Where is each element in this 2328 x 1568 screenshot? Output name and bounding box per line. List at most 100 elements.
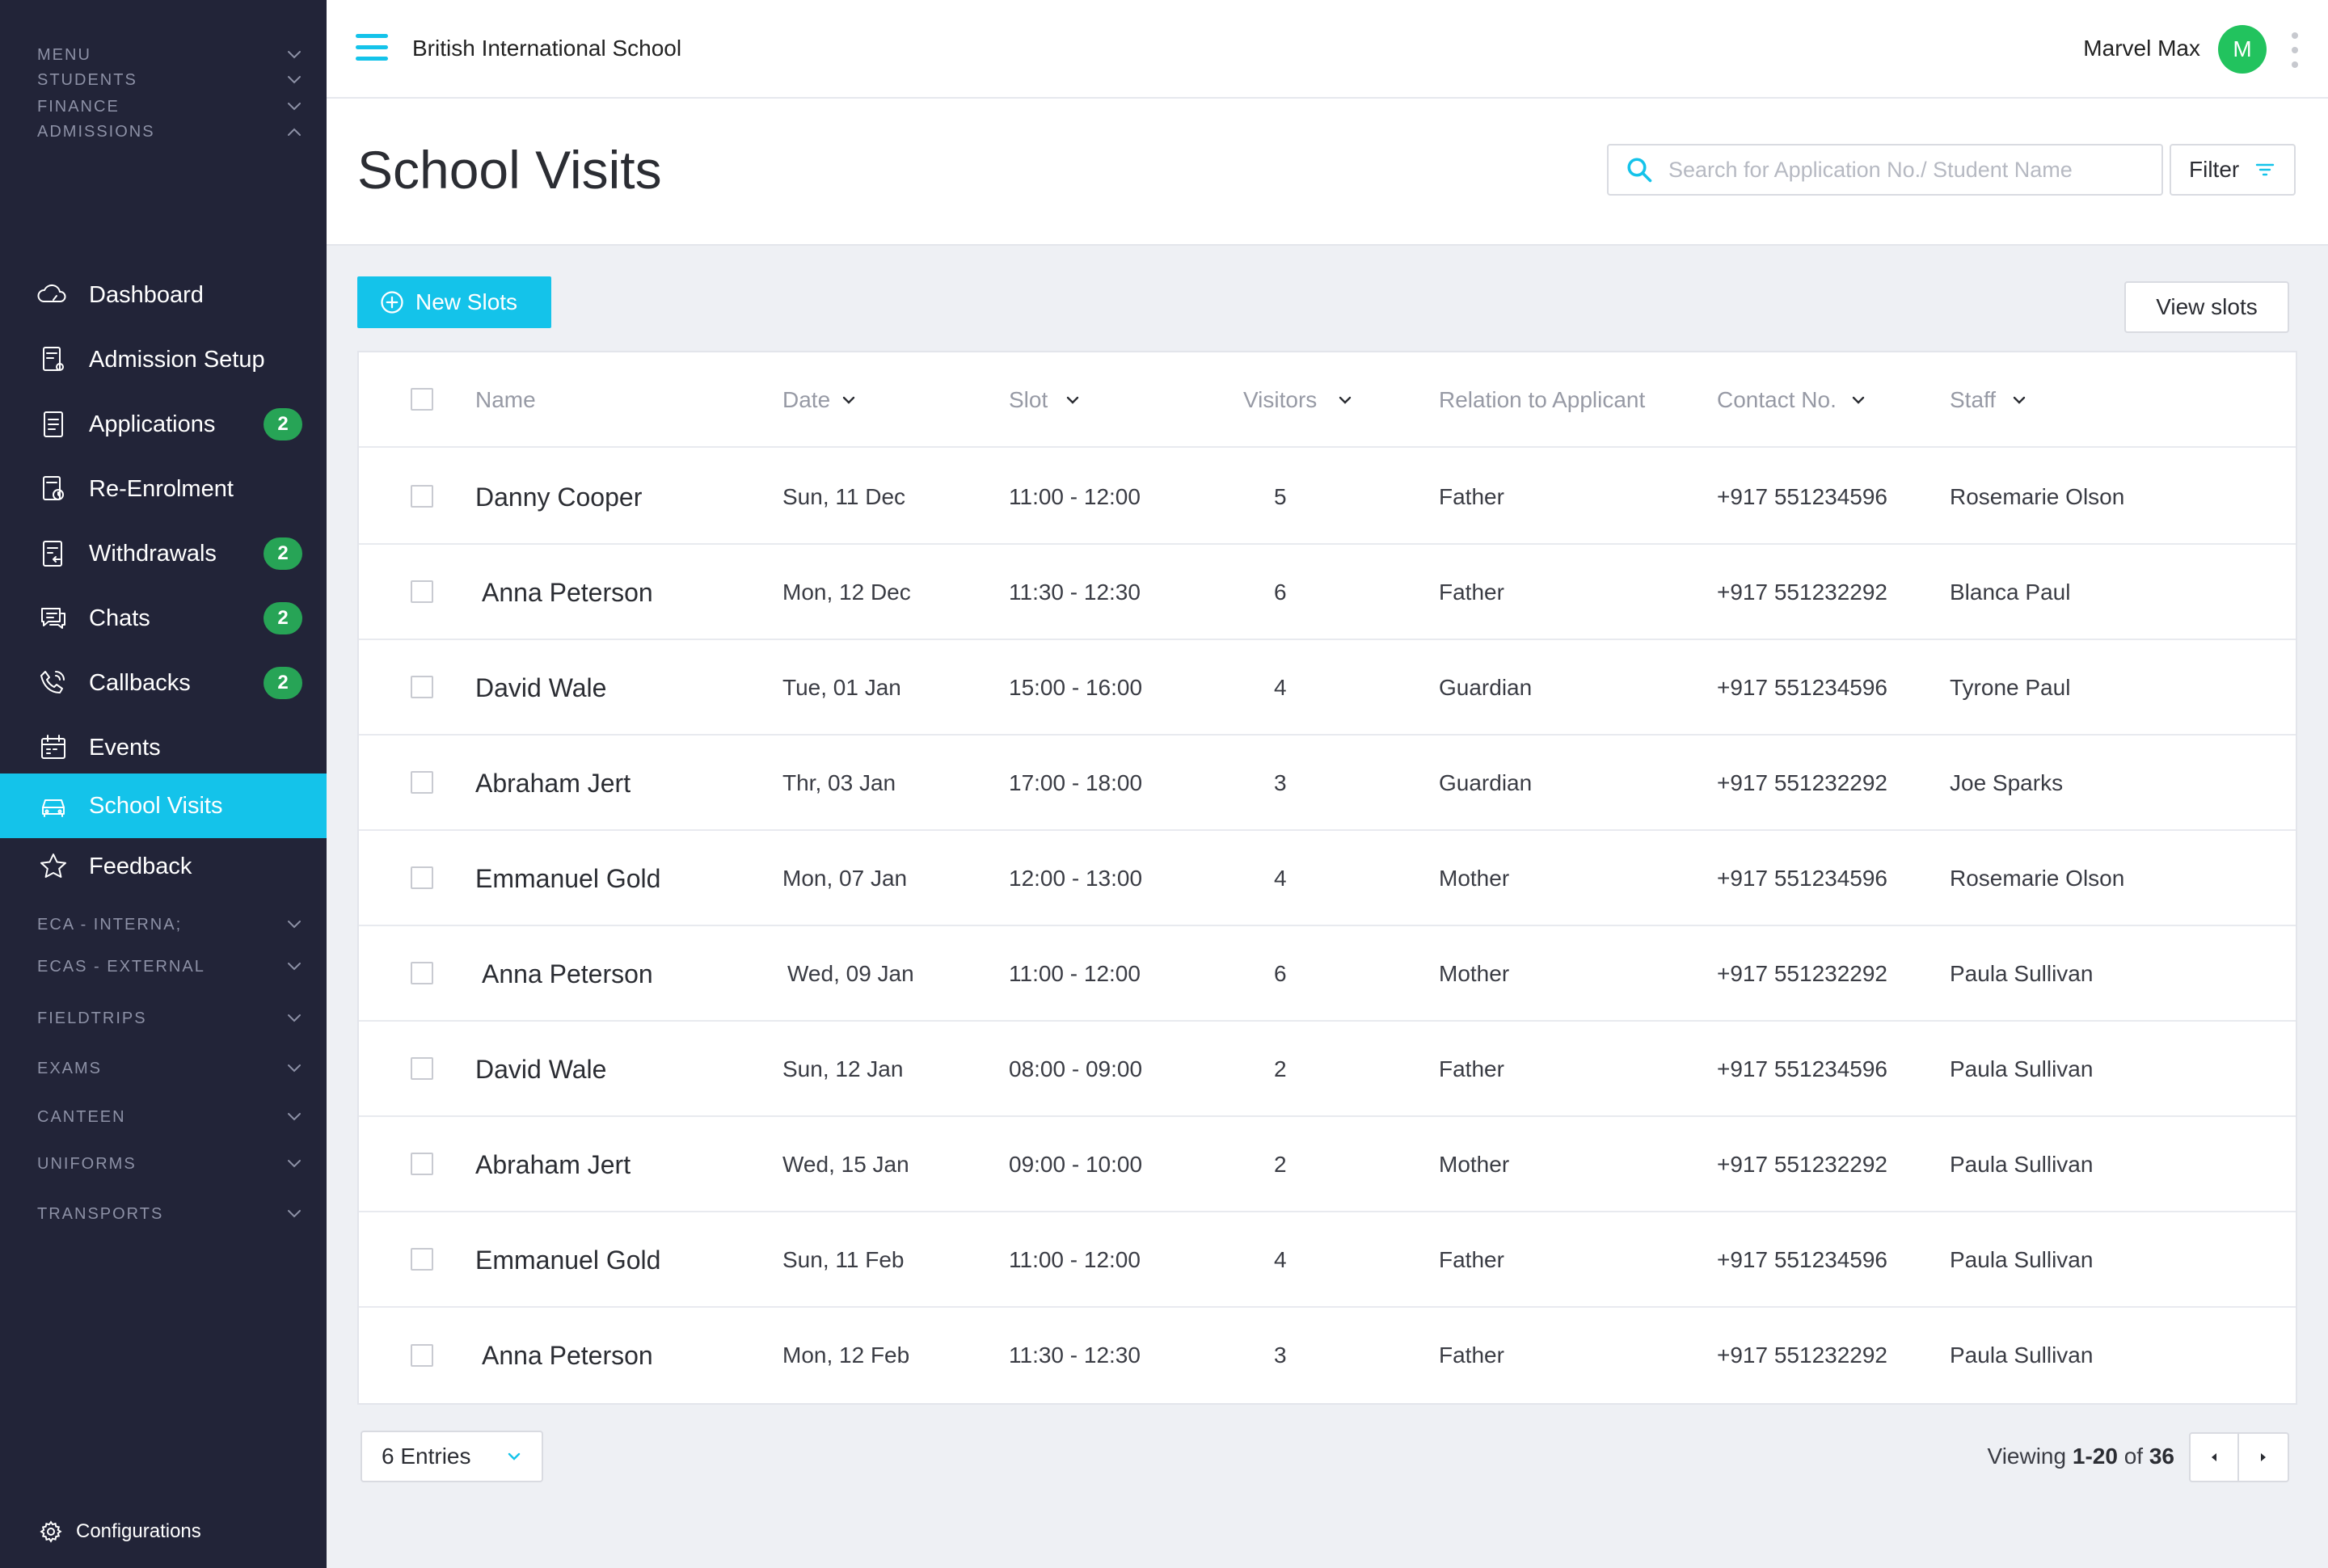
count-badge: 2 [264, 667, 302, 699]
kebab-menu-icon[interactable] [2291, 32, 2299, 68]
sidebar-item-dashboard[interactable]: Dashboard [0, 263, 327, 327]
table-header-row: Name Date Slot Visitors Relation to Appl… [359, 352, 2296, 448]
table-row[interactable]: Anna Peterson Wed, 09 Jan 11:00 - 12:00 … [359, 926, 2296, 1022]
search-input[interactable] [1668, 157, 2121, 183]
header-slot[interactable]: Slot [1009, 352, 1080, 448]
table-row[interactable]: Emmanuel Gold Mon, 07 Jan 12:00 - 13:00 … [359, 831, 2296, 926]
chevron-down-icon [286, 917, 302, 933]
sidebar-item-feedback[interactable]: Feedback [0, 834, 327, 899]
row-checkbox[interactable] [411, 485, 433, 508]
sidebar-section-exams[interactable]: EXAMS [37, 1052, 302, 1085]
new-slots-button[interactable]: New Slots [357, 276, 551, 328]
cell-relation: Father [1439, 1056, 1504, 1081]
sidebar-section-label: MENU [37, 45, 91, 64]
row-checkbox[interactable] [411, 580, 433, 603]
sidebar-item-callbacks[interactable]: Callbacks 2 [0, 651, 327, 715]
cell-date: Mon, 07 Jan [782, 866, 908, 891]
caret-left-icon [2212, 1453, 2216, 1461]
sidebar-item-school-visits[interactable]: School Visits [0, 773, 327, 838]
sidebar-item-label: Dashboard [89, 281, 204, 308]
next-page-button[interactable] [2239, 1432, 2289, 1482]
cell-staff: Paula Sullivan [1950, 1247, 2094, 1272]
header-date[interactable]: Date [782, 352, 856, 448]
chevron-down-icon [508, 1452, 521, 1461]
cell-visitors: 3 [1274, 1342, 1287, 1368]
cell-contact: +917 551232292 [1717, 1152, 1887, 1177]
sidebar-section-transports[interactable]: TRANSPORTS [37, 1198, 302, 1230]
cell-staff: Paula Sullivan [1950, 1152, 2094, 1177]
table-row[interactable]: Danny Cooper Sun, 11 Dec 11:00 - 12:00 5… [359, 449, 2296, 545]
cell-staff: Paula Sullivan [1950, 1342, 2094, 1368]
sidebar-section-ecas-external[interactable]: ECAS - EXTERNAL [37, 950, 302, 983]
sidebar-item-re-enrolment[interactable]: Re-Enrolment [0, 457, 327, 521]
sidebar-item-chats[interactable]: Chats 2 [0, 586, 327, 651]
table-row[interactable]: Emmanuel Gold Sun, 11 Feb 11:00 - 12:00 … [359, 1212, 2296, 1308]
view-slots-button[interactable]: View slots [2124, 281, 2289, 333]
cell-name: Abraham Jert [475, 768, 631, 798]
sidebar-item-applications[interactable]: Applications 2 [0, 392, 327, 457]
cell-date: Tue, 01 Jan [782, 675, 901, 700]
sidebar-section-label: TRANSPORTS [37, 1204, 164, 1223]
row-checkbox[interactable] [411, 1248, 433, 1271]
sidebar-section-admissions[interactable]: ADMISSIONS [37, 116, 302, 148]
chevron-down-icon [286, 1109, 302, 1125]
filter-button[interactable]: Filter [2170, 144, 2296, 196]
previous-page-button[interactable] [2189, 1432, 2239, 1482]
row-checkbox[interactable] [411, 1344, 433, 1367]
cell-contact: +917 551232292 [1717, 770, 1887, 795]
sidebar-section-uniforms[interactable]: UNIFORMS [37, 1148, 302, 1180]
select-all-checkbox[interactable] [411, 388, 433, 411]
chevron-down-icon [286, 72, 302, 88]
cell-relation: Father [1439, 484, 1504, 509]
new-slots-label: New Slots [415, 289, 518, 314]
row-checkbox[interactable] [411, 771, 433, 794]
filter-label: Filter [2189, 157, 2240, 182]
table-row[interactable]: David Wale Tue, 01 Jan 15:00 - 16:00 4 G… [359, 640, 2296, 736]
sidebar-item-withdrawals[interactable]: Withdrawals 2 [0, 521, 327, 586]
cell-slot: 12:00 - 13:00 [1009, 866, 1143, 891]
avatar[interactable]: M [2218, 25, 2267, 74]
header-staff[interactable]: Staff [1950, 352, 2026, 448]
cell-visitors: 6 [1274, 580, 1287, 605]
sidebar-section-label: STUDENTS [37, 70, 137, 89]
table-row[interactable]: Abraham Jert Thr, 03 Jan 17:00 - 18:00 3… [359, 736, 2296, 831]
configurations-link[interactable]: Configurations [39, 1520, 201, 1544]
cell-contact: +917 551234596 [1717, 484, 1887, 509]
chats-icon [36, 601, 71, 636]
hamburger-menu-icon[interactable] [356, 34, 388, 61]
cell-relation: Mother [1439, 866, 1510, 891]
entries-select[interactable]: 6 Entries [361, 1431, 543, 1482]
withdrawals-icon [36, 536, 71, 571]
row-checkbox[interactable] [411, 866, 433, 889]
sidebar-section-fieldtrips[interactable]: FIELDTRIPS [37, 1002, 302, 1035]
row-checkbox[interactable] [411, 1153, 433, 1175]
table-row[interactable]: Anna Peterson Mon, 12 Dec 11:30 - 12:30 … [359, 545, 2296, 640]
sidebar-item-admission-setup[interactable]: Admission Setup [0, 327, 327, 392]
sidebar-section-eca-interna[interactable]: ECA - INTERNA; [37, 908, 302, 941]
cell-staff: Tyrone Paul [1950, 675, 2071, 700]
user-name[interactable]: Marvel Max [2083, 36, 2200, 61]
cell-slot: 11:30 - 12:30 [1009, 580, 1141, 605]
cell-contact: +917 551234596 [1717, 675, 1887, 700]
filter-icon [2254, 160, 2276, 179]
admission-setup-icon [36, 342, 71, 377]
table-row[interactable]: David Wale Sun, 12 Jan 08:00 - 09:00 2 F… [359, 1022, 2296, 1117]
table-row[interactable]: Abraham Jert Wed, 15 Jan 09:00 - 10:00 2… [359, 1117, 2296, 1212]
row-checkbox[interactable] [411, 676, 433, 698]
cell-slot: 11:00 - 12:00 [1009, 484, 1141, 509]
cell-relation: Father [1439, 1247, 1504, 1272]
sidebar-section-canteen[interactable]: CANTEEN [37, 1101, 302, 1133]
table-row[interactable]: Anna Peterson Mon, 12 Feb 11:30 - 12:30 … [359, 1308, 2296, 1403]
search-icon [1625, 155, 1668, 184]
calendar-icon [36, 730, 71, 765]
cell-name: Anna Peterson [482, 1340, 653, 1370]
sidebar-item-events[interactable]: Events [0, 715, 327, 780]
row-checkbox[interactable] [411, 962, 433, 984]
header-visitors[interactable]: Visitors [1243, 352, 1352, 448]
sidebar-item-label: Callbacks [89, 669, 191, 696]
row-checkbox[interactable] [411, 1057, 433, 1080]
cell-name: Abraham Jert [475, 1149, 631, 1179]
search-box[interactable] [1607, 144, 2163, 196]
header-contact[interactable]: Contact No. [1717, 352, 1866, 448]
cell-contact: +917 551232292 [1717, 961, 1887, 986]
